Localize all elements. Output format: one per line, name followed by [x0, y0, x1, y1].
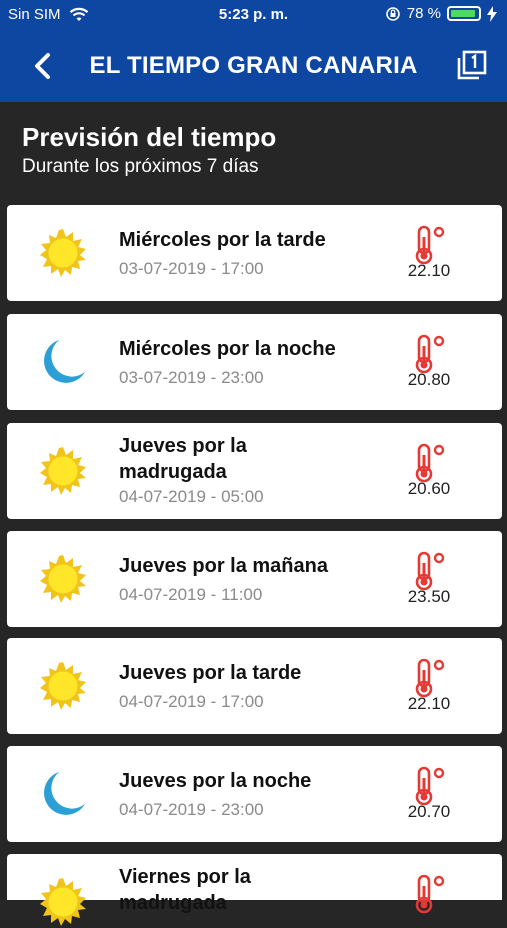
status-right: 78 % — [385, 5, 497, 22]
forecast-title: Jueves por la tarde — [119, 662, 302, 684]
nav-title: EL TIEMPO GRAN CANARIA — [89, 52, 418, 79]
forecast-temp: 20.80 — [407, 370, 451, 389]
forecast-card[interactable]: Miércoles por la tarde 03-07-2019 - 17:0… — [7, 205, 502, 301]
thermometer-icon — [415, 334, 445, 374]
battery-percent: 78 % — [406, 5, 441, 22]
orientation-lock-icon — [385, 6, 400, 21]
thermometer-icon — [415, 225, 445, 265]
moon-icon — [44, 772, 85, 815]
pages-button[interactable] — [451, 46, 491, 86]
forecast-temp: 20.60 — [407, 479, 451, 498]
forecast-temp: 22.10 — [407, 694, 451, 713]
sun-icon — [40, 878, 86, 926]
forecast-title: Jueves por la noche — [119, 770, 312, 792]
battery-icon — [447, 6, 481, 21]
nav-bar: EL TIEMPO GRAN CANARIA — [0, 30, 507, 102]
forecast-temp: 20.70 — [407, 802, 451, 821]
forecast-title: Viernes por la madrugada — [119, 866, 251, 914]
forecast-temp: 22.10 — [407, 261, 451, 280]
sun-icon — [40, 555, 86, 603]
sun-icon — [40, 229, 86, 277]
forecast-title: Miércoles por la noche — [119, 338, 336, 360]
forecast-card[interactable]: Jueves por la madrugada 04-07-2019 - 05:… — [7, 423, 502, 519]
thermometer-icon — [415, 766, 445, 806]
sun-icon — [40, 662, 86, 710]
forecast-date: 03-07-2019 - 23:00 — [119, 368, 264, 387]
forecast-temp: 23.50 — [407, 587, 451, 606]
page-subtitle: Durante los próximos 7 días — [22, 156, 259, 177]
thermometer-icon — [415, 443, 445, 483]
forecast-card[interactable]: Jueves por la mañana 04-07-2019 - 11:00 … — [7, 531, 502, 627]
forecast-title: Jueves por la mañana — [119, 555, 328, 577]
status-bar: Sin SIM 5:23 p. m. 78 % — [0, 0, 507, 30]
forecast-date: 03-07-2019 - 17:00 — [119, 259, 264, 278]
forecast-card[interactable]: Jueves por la noche 04-07-2019 - 23:00 2… — [7, 746, 502, 842]
page-title: Previsión del tiempo — [22, 122, 277, 152]
forecast-title: Jueves por la madrugada — [119, 435, 247, 483]
sun-icon — [40, 447, 86, 495]
forecast-title: Miércoles por la tarde — [119, 229, 326, 251]
forecast-card[interactable]: Miércoles por la noche 03-07-2019 - 23:0… — [7, 314, 502, 410]
forecast-header: Previsión del tiempo Durante los próximo… — [0, 102, 507, 204]
forecast-date: 04-07-2019 - 11:00 — [119, 585, 263, 604]
forecast-card[interactable]: Viernes por la madrugada — [7, 854, 502, 926]
forecast-date: 04-07-2019 - 23:00 — [119, 800, 264, 819]
pages-icon — [457, 50, 487, 80]
thermometer-icon — [415, 874, 445, 914]
charging-icon — [487, 5, 497, 22]
forecast-card[interactable]: Jueves por la tarde 04-07-2019 - 17:00 2… — [7, 638, 502, 734]
forecast-date: 04-07-2019 - 05:00 — [119, 487, 264, 506]
thermometer-icon — [415, 551, 445, 591]
moon-icon — [44, 340, 85, 383]
forecast-date: 04-07-2019 - 17:00 — [119, 692, 264, 711]
thermometer-icon — [415, 658, 445, 698]
